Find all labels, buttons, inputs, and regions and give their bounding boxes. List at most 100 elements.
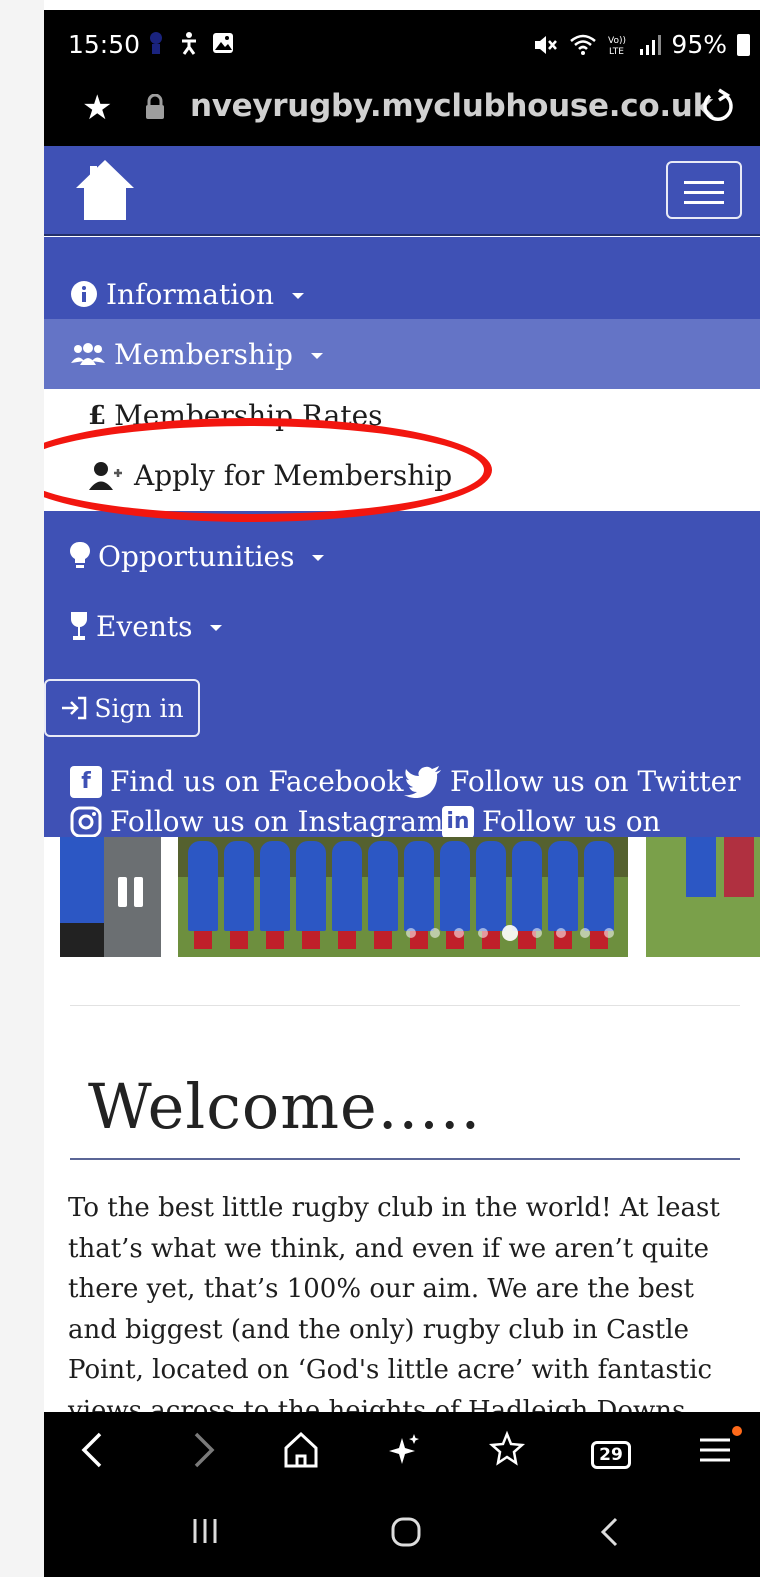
pause-bar — [134, 877, 143, 907]
hamburger-line — [684, 191, 724, 194]
user-plus-icon — [89, 461, 122, 490]
dropdown-label: Membership Rates — [114, 399, 383, 432]
carousel-dot[interactable] — [430, 928, 440, 938]
player — [512, 841, 542, 949]
nav-label: Events — [96, 609, 193, 643]
sign-in-label: Sign in — [94, 693, 184, 723]
wifi-icon — [570, 34, 597, 55]
player — [188, 841, 218, 949]
address-bar: ★ nveyrugby.myclubhouse.co.uk — [44, 72, 760, 146]
carousel-dot[interactable] — [532, 928, 542, 938]
caret-down-icon — [312, 555, 325, 561]
hamburger-line — [684, 201, 724, 204]
nav-label: Information — [106, 277, 275, 311]
pound-icon: £ — [88, 400, 107, 431]
main-nav: Information Membership £ Membership Rate… — [44, 237, 760, 838]
sparkle-icon[interactable] — [378, 1428, 432, 1472]
nav-label: Opportunities — [98, 539, 295, 573]
carousel-dot[interactable] — [556, 928, 566, 938]
team-players — [188, 841, 614, 949]
status-bar: 15:50 Vo)) LTE 95% — [44, 10, 760, 72]
player — [584, 841, 614, 949]
twitter-link[interactable]: Follow us on Twitter — [404, 765, 741, 798]
battery-percent: 95% — [671, 30, 727, 59]
carousel-dot[interactable] — [604, 928, 614, 938]
lock-icon — [146, 94, 164, 119]
slide-figure-legs — [60, 923, 104, 957]
tabs-count: 29 — [591, 1441, 631, 1469]
site-header — [44, 146, 760, 236]
carousel-slide-next[interactable] — [646, 837, 760, 957]
dropdown-item-apply-for-membership[interactable]: Apply for Membership — [88, 459, 452, 492]
home-icon[interactable] — [74, 158, 136, 222]
instagram-label: Follow us on Instagram — [110, 805, 444, 838]
carousel-slide-prev[interactable] — [60, 837, 161, 957]
facebook-label: Find us on Facebook — [110, 765, 404, 798]
tabs-button[interactable]: 29 — [584, 1428, 638, 1469]
player — [440, 841, 470, 949]
facebook-link[interactable]: f Find us on Facebook — [70, 765, 403, 798]
carousel-dot-active[interactable] — [502, 925, 518, 941]
nav-label: Membership — [114, 337, 293, 371]
battery-icon — [737, 33, 750, 56]
system-navigation-bar — [44, 1498, 760, 1577]
bookmarks-icon[interactable] — [480, 1428, 534, 1472]
nav-item-opportunities[interactable]: Opportunities — [44, 521, 760, 591]
carousel-slide-team-photo[interactable] — [178, 837, 628, 957]
carousel-dot[interactable] — [454, 928, 464, 938]
player — [296, 841, 326, 949]
carousel-dot[interactable] — [580, 928, 590, 938]
lightbulb-icon — [70, 541, 90, 568]
slide-figure — [724, 837, 754, 897]
caret-down-icon — [310, 353, 323, 359]
player — [476, 841, 506, 949]
app-notification-icon — [150, 32, 162, 54]
browser-home-icon[interactable] — [274, 1428, 328, 1472]
recent-apps-icon[interactable] — [190, 1516, 220, 1546]
users-icon — [71, 343, 105, 365]
svg-text:Vo)): Vo)) — [608, 36, 626, 46]
phone-screen: 15:50 Vo)) LTE 95% ★ nveyrugby.myclubhous… — [44, 10, 760, 1577]
dropdown-item-membership-rates[interactable]: £ Membership Rates — [88, 399, 383, 432]
screenshot-gutter — [0, 0, 44, 1577]
sign-in-button[interactable]: Sign in — [44, 679, 200, 737]
bookmark-star-icon[interactable]: ★ — [82, 88, 112, 128]
system-back-icon[interactable] — [596, 1516, 626, 1548]
player — [224, 841, 254, 949]
mute-icon — [535, 35, 558, 54]
reload-icon[interactable] — [700, 86, 736, 126]
player — [332, 841, 362, 949]
player — [548, 841, 578, 949]
linkedin-link[interactable]: in Follow us on — [442, 805, 661, 838]
nav-item-membership[interactable]: Membership — [44, 319, 760, 389]
signal-icon — [640, 34, 662, 55]
carousel-dot[interactable] — [478, 928, 488, 938]
carousel-indicators — [406, 925, 628, 941]
volte-icon: Vo))LTE — [608, 36, 626, 57]
linkedin-label: Follow us on — [482, 805, 661, 838]
back-icon[interactable] — [68, 1428, 122, 1472]
image-carousel — [44, 837, 760, 967]
instagram-link[interactable]: Follow us on Instagram — [70, 805, 443, 838]
system-home-icon[interactable] — [390, 1516, 422, 1548]
carousel-dot[interactable] — [406, 928, 416, 938]
notification-icons — [146, 30, 234, 56]
linkedin-icon: in — [442, 805, 474, 838]
section-divider — [70, 1005, 740, 1006]
player — [404, 841, 434, 949]
accessibility-icon — [182, 32, 196, 55]
hamburger-line — [684, 181, 724, 184]
player — [260, 841, 290, 949]
nav-item-events[interactable]: Events — [44, 591, 760, 661]
slide-figure — [686, 837, 716, 897]
heading-underline — [70, 1158, 740, 1160]
status-right-icons: Vo)) LTE 95% — [533, 30, 750, 59]
instagram-icon — [70, 806, 102, 837]
menu-toggle-button[interactable] — [666, 161, 742, 219]
url-text[interactable]: nveyrugby.myclubhouse.co.uk — [190, 88, 713, 124]
player — [368, 841, 398, 949]
caret-down-icon — [210, 625, 223, 631]
pause-icon[interactable] — [116, 877, 146, 907]
forward-icon[interactable] — [174, 1428, 228, 1472]
membership-dropdown: £ Membership Rates Apply for Membership — [44, 389, 760, 511]
